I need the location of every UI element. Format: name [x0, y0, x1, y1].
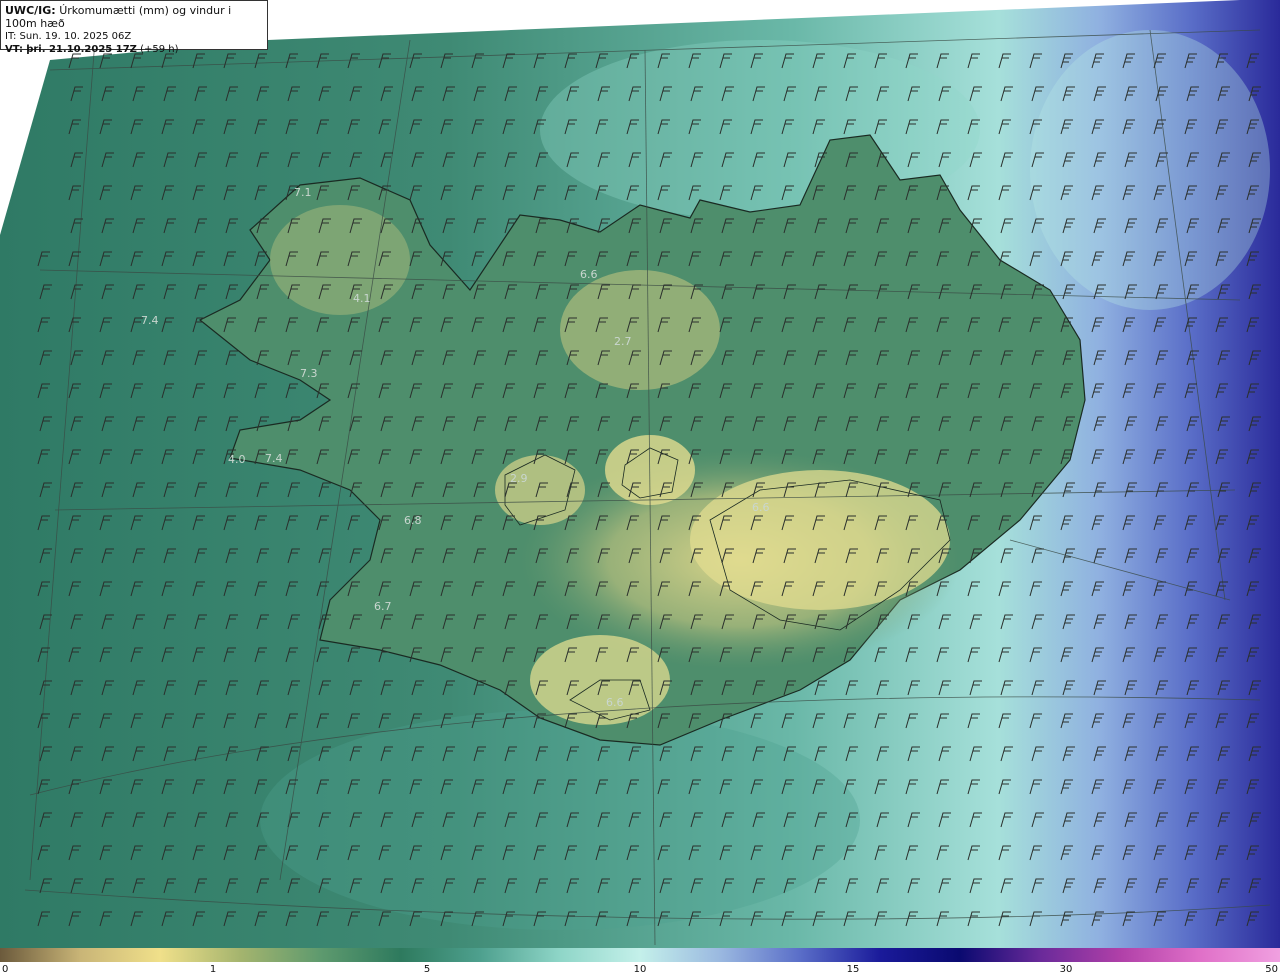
station-value: 7.4 [141, 314, 159, 327]
station-value: 7.1 [294, 186, 312, 199]
station-value: 6.6 [606, 696, 624, 709]
station-value: 6.7 [374, 600, 392, 613]
station-value: 2.9 [510, 472, 528, 485]
station-value: 4.0 [228, 453, 246, 466]
station-value: 7.4 [265, 452, 283, 465]
colorbar-ticks: 0 1 5 10 15 30 50 [0, 962, 1280, 978]
model-name: UWC/IG: [5, 4, 56, 17]
colorbar-tick: 50 [1265, 964, 1278, 975]
precipitation-wind-map: 7.1 4.1 7.4 7.3 4.0 7.4 6.8 6.7 2.7 2.9 … [0, 0, 1280, 948]
station-value: 4.1 [353, 292, 371, 305]
station-value: 6.8 [404, 514, 422, 527]
station-value: 6.6 [580, 268, 598, 281]
station-value: 7.3 [300, 367, 318, 380]
map-title-box: UWC/IG: Úrkomumætti (mm) og vindur i 100… [0, 0, 268, 55]
lead-time: (+59 h) [140, 44, 179, 55]
station-value: 2.7 [614, 335, 632, 348]
colorbar-tick: 15 [846, 964, 860, 975]
colorbar [0, 948, 1280, 962]
valid-time: þri. 21.10.2025 17Z [26, 44, 137, 55]
colorbar-tick: 1 [209, 964, 217, 975]
colorbar-tick: 10 [633, 964, 647, 975]
colorbar-tick: 30 [1059, 964, 1073, 975]
station-value: 6.6 [752, 501, 770, 514]
highland-vatnajokull [690, 470, 950, 610]
colorbar-tick: 0 [2, 964, 9, 975]
valid-label: VT: [5, 44, 24, 55]
highland-north [560, 270, 720, 390]
init-time: IT: Sun. 19. 10. 2025 06Z [5, 31, 132, 42]
highland-hofsjokull [495, 455, 585, 525]
colorbar-tick: 5 [423, 964, 431, 975]
